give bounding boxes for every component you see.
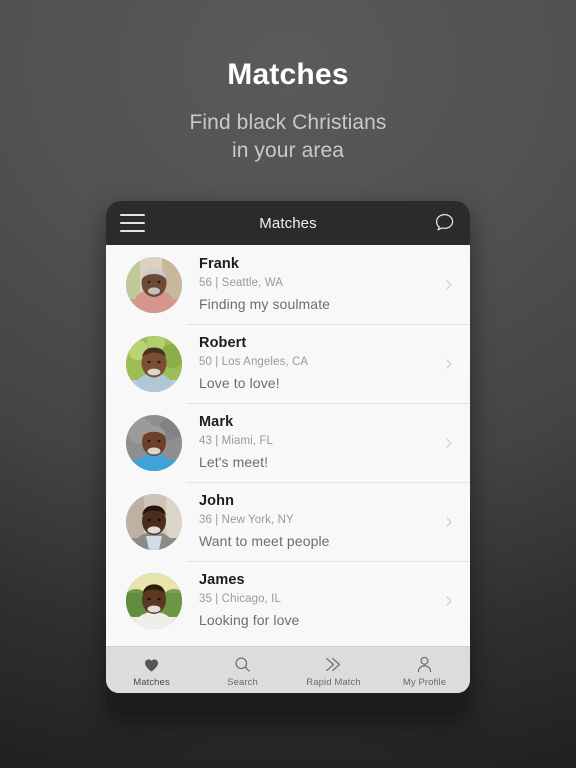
avatar (126, 335, 182, 392)
chat-bubble-icon[interactable] (432, 211, 456, 235)
hamburger-menu-icon[interactable] (120, 214, 145, 232)
match-name: Frank (199, 256, 239, 273)
tab-rapid-match-label: Rapid Match (306, 677, 361, 689)
matches-list[interactable]: Frank 56 | Seattle, WA Finding my soulma… (106, 245, 470, 646)
tab-rapid-match[interactable]: Rapid Match (288, 647, 379, 693)
hamburger-line (120, 222, 145, 224)
heart-icon (141, 654, 162, 675)
match-tagline: Finding my soulmate (199, 295, 331, 312)
row-text: Frank 56 | Seattle, WA Finding my soulma… (182, 255, 434, 313)
match-meta: 36 | New York, NY (199, 514, 294, 527)
row-text: Mark 43 | Miami, FL Let's meet! (182, 413, 434, 471)
tab-my-profile[interactable]: My Profile (379, 647, 470, 693)
hamburger-line (120, 214, 145, 216)
match-meta: 56 | Seattle, WA (199, 277, 284, 290)
avatar (126, 493, 182, 550)
search-icon (232, 654, 253, 675)
table-row[interactable]: Frank 56 | Seattle, WA Finding my soulma… (106, 245, 470, 324)
tab-my-profile-label: My Profile (402, 677, 447, 689)
bottom-tab-bar: Matches Search Rapid Match My Profile (106, 646, 470, 693)
match-meta: 43 | Miami, FL (199, 435, 274, 448)
avatar (126, 572, 182, 629)
table-row[interactable]: Mark 43 | Miami, FL Let's meet! (106, 403, 470, 482)
match-tagline: Let's meet! (199, 453, 269, 470)
match-tagline: Want to meet people (199, 532, 330, 549)
chevron-right-icon (446, 595, 452, 606)
tab-search[interactable]: Search (197, 647, 288, 693)
promo-subtitle: Find black Christians in your area (0, 109, 576, 165)
promo-subtitle-line-2: in your area (231, 138, 345, 162)
table-row[interactable]: Robert 50 | Los Angeles, CA Love to love… (106, 324, 470, 403)
row-text: John 36 | New York, NY Want to meet peop… (182, 492, 434, 550)
app-screen: Matches Frank 56 | Seattle, WA Finding m… (106, 201, 470, 693)
match-name: Robert (199, 335, 247, 352)
navbar-title: Matches (259, 214, 317, 232)
promo-title: Matches (227, 58, 349, 91)
row-text: Robert 50 | Los Angeles, CA Love to love… (182, 334, 434, 392)
match-meta: 35 | Chicago, IL (199, 593, 281, 606)
hamburger-line (120, 230, 145, 232)
avatar (126, 256, 182, 313)
tab-matches-label: Matches (133, 677, 170, 689)
match-tagline: Looking for love (199, 611, 300, 628)
tab-matches[interactable]: Matches (106, 647, 197, 693)
match-tagline: Love to love! (199, 374, 280, 391)
fast-forward-icon (323, 654, 344, 675)
match-name: John (199, 493, 235, 510)
match-name: Mark (199, 414, 234, 431)
promo-text-block: Matches Find black Christians in your ar… (0, 58, 576, 164)
chevron-right-icon (446, 516, 452, 527)
promo-subtitle-line-1: Find black Christians (189, 110, 387, 134)
avatar (126, 414, 182, 471)
chevron-right-icon (446, 279, 452, 290)
app-navbar: Matches (106, 201, 470, 245)
match-name: James (199, 572, 245, 589)
chevron-right-icon (446, 437, 452, 448)
table-row[interactable]: John 36 | New York, NY Want to meet peop… (106, 482, 470, 561)
match-meta: 50 | Los Angeles, CA (199, 356, 309, 369)
device-frame: Matches Frank 56 | Seattle, WA Finding m… (106, 201, 470, 712)
person-icon (414, 654, 435, 675)
table-row[interactable]: James 35 | Chicago, IL Looking for love (106, 561, 470, 640)
chevron-right-icon (446, 358, 452, 369)
tab-search-label: Search (227, 677, 258, 689)
row-text: James 35 | Chicago, IL Looking for love (182, 571, 434, 629)
